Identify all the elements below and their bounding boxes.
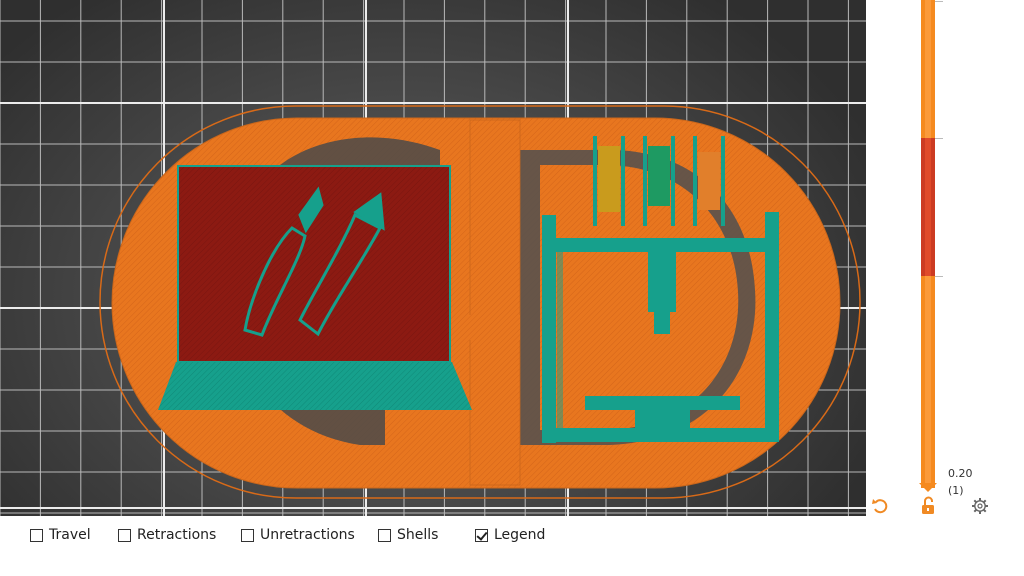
retractions-checkbox[interactable] bbox=[118, 528, 131, 542]
layer-height-label: 0.20 bbox=[948, 467, 973, 480]
travel-checkbox[interactable] bbox=[30, 528, 43, 542]
shells-option[interactable]: Shells bbox=[378, 527, 438, 543]
laptop-graphic bbox=[158, 165, 472, 410]
legend-option[interactable]: Legend bbox=[475, 527, 545, 543]
print-bed-scene[interactable] bbox=[0, 0, 866, 516]
unretractions-checkbox[interactable] bbox=[241, 528, 254, 542]
retractions-option[interactable]: Retractions bbox=[118, 527, 216, 543]
layer-panel bbox=[866, 0, 1024, 576]
layer-slider-thumb[interactable] bbox=[919, 483, 937, 492]
gear-icon[interactable] bbox=[970, 496, 990, 516]
retractions-label: Retractions bbox=[137, 527, 217, 543]
unretractions-option[interactable]: Unretractions bbox=[241, 527, 355, 543]
legend-label: Legend bbox=[494, 527, 546, 543]
layer-slider-track[interactable] bbox=[921, 0, 935, 488]
shells-label: Shells bbox=[397, 527, 439, 543]
layer-tick bbox=[935, 138, 943, 139]
unretractions-label: Unretractions bbox=[260, 527, 355, 543]
shells-checkbox[interactable] bbox=[378, 528, 391, 542]
preview-viewport[interactable] bbox=[0, 0, 866, 516]
undo-icon[interactable] bbox=[870, 496, 890, 516]
layer-tick bbox=[935, 276, 943, 277]
legend-checkbox[interactable] bbox=[475, 528, 488, 542]
travel-label: Travel bbox=[49, 527, 91, 543]
layer-index-label: (1) bbox=[948, 484, 964, 497]
view-options-bar: Travel Retractions Unretractions Shells … bbox=[0, 517, 866, 557]
layer-slider-selected-range bbox=[921, 138, 935, 276]
layer-tick bbox=[935, 1, 943, 2]
travel-option[interactable]: Travel bbox=[30, 527, 91, 543]
lock-open-icon[interactable] bbox=[918, 496, 938, 516]
